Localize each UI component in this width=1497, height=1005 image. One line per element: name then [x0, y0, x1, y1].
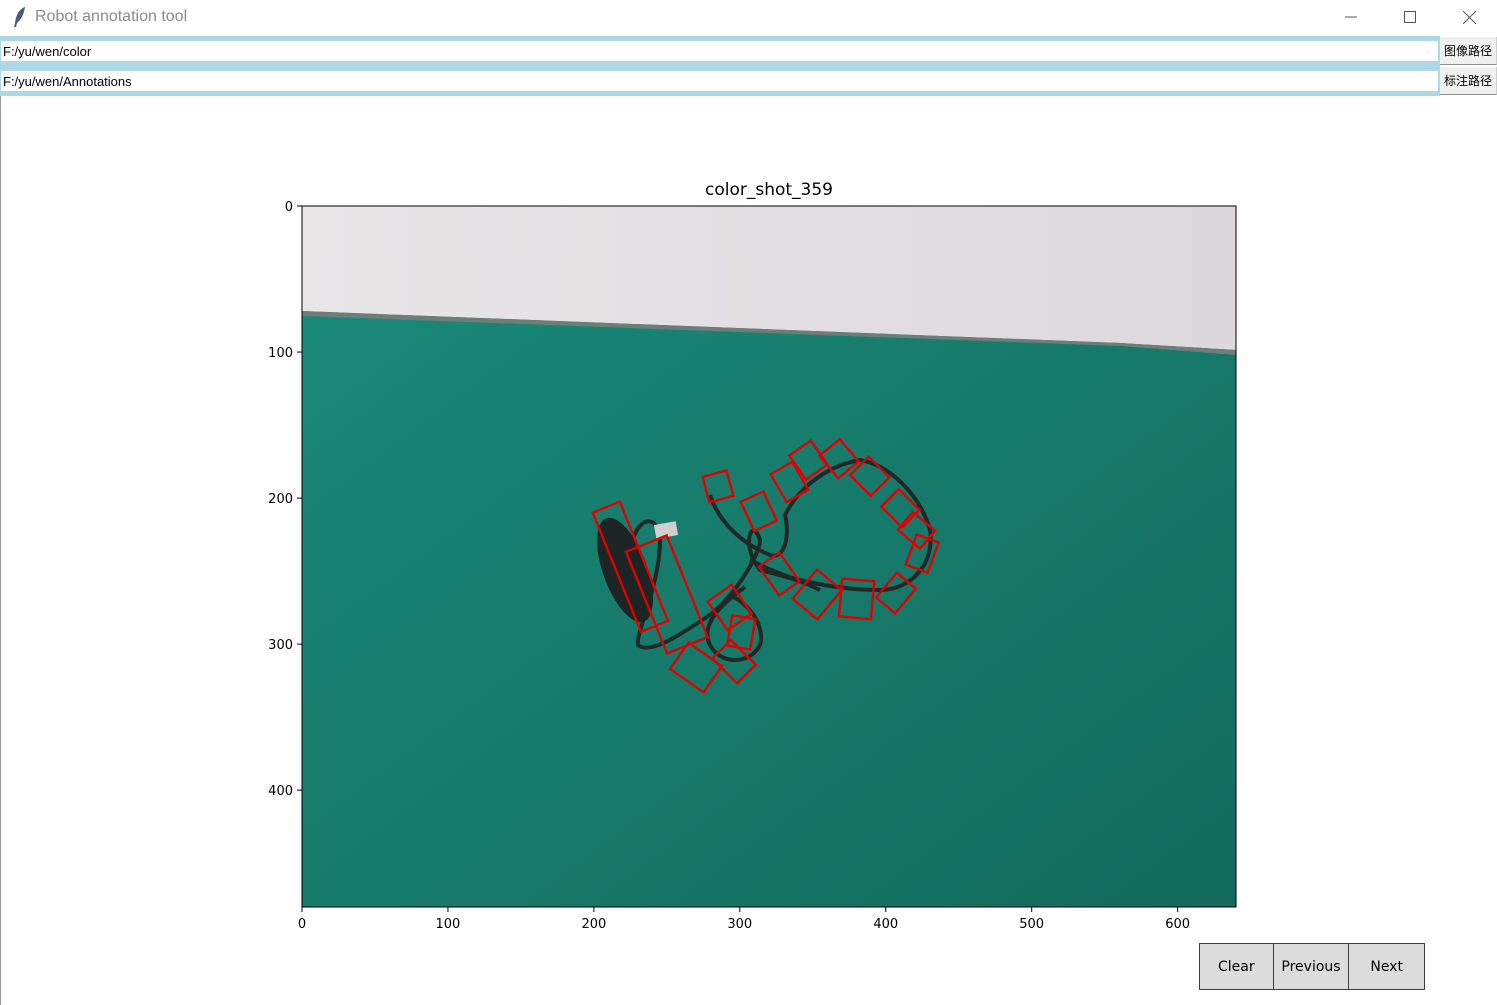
- image-path-input[interactable]: [1, 41, 1438, 61]
- window-left-border: [0, 96, 1, 1005]
- window-title: Robot annotation tool: [35, 8, 188, 25]
- x-tick-label: 100: [436, 917, 461, 932]
- previous-button[interactable]: Previous: [1273, 943, 1350, 990]
- maximize-icon: [1404, 11, 1416, 23]
- y-axis: 0 100 200 300 400: [268, 200, 302, 799]
- x-tick-label: 200: [581, 917, 606, 932]
- annotation-canvas[interactable]: 0 100 200 300 400 500 600 0 100 200 300 400: [240, 195, 1250, 935]
- y-tick-label: 300: [268, 638, 293, 653]
- feather-icon: [14, 7, 25, 27]
- x-tick-label: 600: [1165, 917, 1190, 932]
- x-tick-label: 300: [727, 917, 752, 932]
- y-tick-label: 100: [268, 346, 293, 361]
- navigation-buttons: Clear Previous Next: [1199, 943, 1425, 990]
- y-tick-label: 200: [268, 492, 293, 507]
- clear-button[interactable]: Clear: [1199, 943, 1274, 990]
- y-tick-label: 400: [268, 784, 293, 799]
- close-icon: [1462, 10, 1476, 24]
- minimize-button[interactable]: [1322, 0, 1380, 34]
- window-titlebar: Robot annotation tool: [0, 0, 1497, 34]
- annotation-path-input[interactable]: [1, 71, 1438, 91]
- x-tick-label: 500: [1019, 917, 1044, 932]
- close-button[interactable]: [1440, 0, 1497, 34]
- x-tick-label: 400: [873, 917, 898, 932]
- minimize-icon: [1345, 16, 1357, 18]
- x-tick-label: 0: [298, 917, 306, 932]
- annotation-path-button[interactable]: 标注路径: [1440, 67, 1497, 95]
- x-axis: 0 100 200 300 400 500 600: [298, 907, 1190, 932]
- camera-image: [302, 206, 1236, 907]
- image-path-button[interactable]: 图像路径: [1440, 37, 1497, 65]
- next-button[interactable]: Next: [1349, 943, 1425, 990]
- maximize-button[interactable]: [1381, 0, 1439, 34]
- y-tick-label: 0: [285, 200, 293, 215]
